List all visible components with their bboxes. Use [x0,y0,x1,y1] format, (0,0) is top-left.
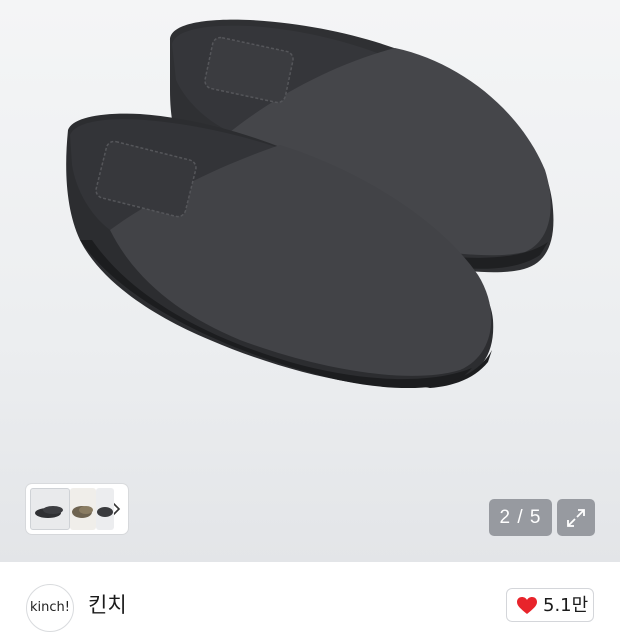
seller-avatar[interactable]: kinch! [26,584,74,632]
like-count: 5.1만 [543,595,589,616]
product-image [66,19,554,389]
thumbnail-3[interactable] [96,488,114,530]
expand-icon [567,508,585,527]
product-gallery[interactable]: 2 / 5 [0,0,620,562]
expand-button[interactable] [557,499,595,536]
thumbnail-2[interactable] [70,488,96,530]
heart-icon [517,597,537,614]
like-button[interactable]: 5.1만 [506,588,594,622]
thumbnail-strip[interactable] [26,484,128,534]
seller-name[interactable]: 킨치 [88,592,127,618]
thumbnail-1[interactable] [30,488,70,530]
seller-bar: kinch! 킨치 5.1만 [0,562,620,632]
image-counter: 2 / 5 [489,499,552,536]
